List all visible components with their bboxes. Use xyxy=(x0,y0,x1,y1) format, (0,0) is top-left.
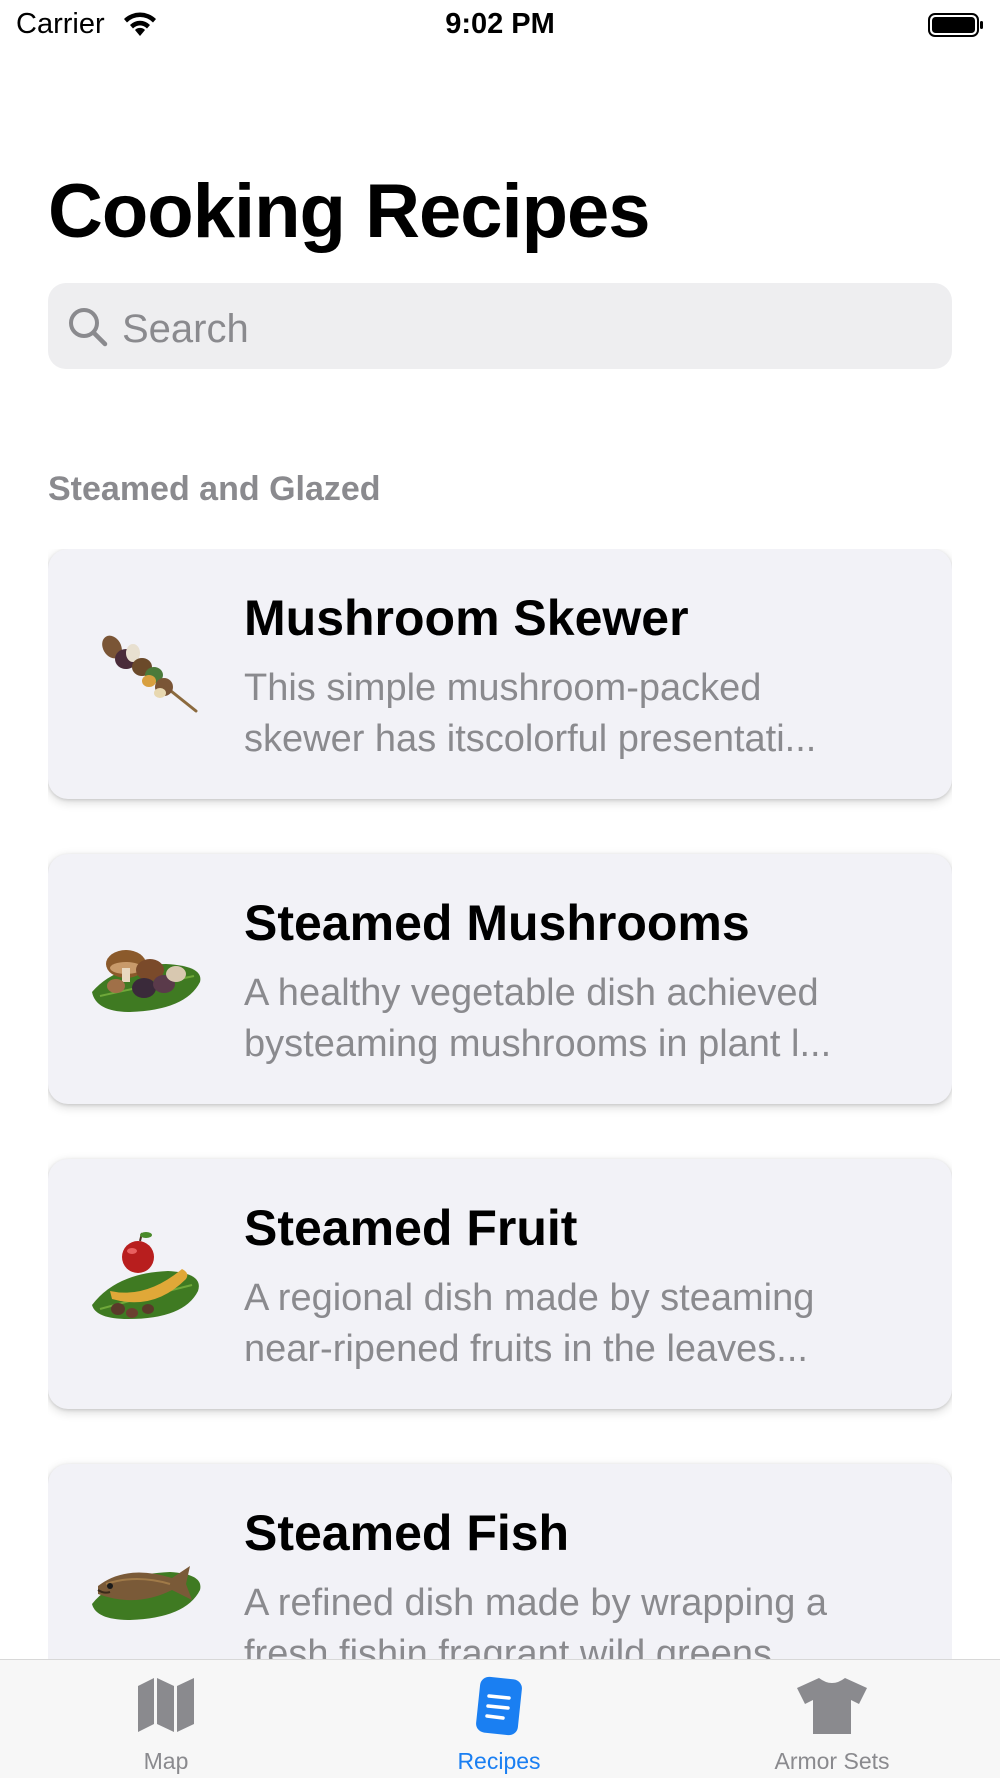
recipe-title: Steamed Fruit xyxy=(244,1200,578,1256)
recipe-description-line: A refined dish made by wrapping a xyxy=(244,1582,828,1624)
recipe-description-line: skewer has itscolorful presentati... xyxy=(244,718,817,760)
section-header: Steamed and Glazed xyxy=(48,470,381,508)
recipe-title: Steamed Mushrooms xyxy=(244,895,750,951)
tab-label: Armor Sets xyxy=(774,1748,890,1774)
status-time: 9:02 PM xyxy=(445,8,555,40)
search-field[interactable]: Search xyxy=(48,283,952,369)
battery-icon xyxy=(928,13,983,37)
tab-bar: Map Recipes Armor Sets xyxy=(0,1659,1000,1778)
recipe-card-steamed-fish[interactable]: Steamed Fish A refined dish made by wrap… xyxy=(48,1464,952,1659)
recipe-description-line: A regional dish made by steaming xyxy=(244,1277,815,1319)
steamed-mushrooms-image xyxy=(92,950,201,1012)
recipe-description-line: fresh fishin fragrant wild greens... xyxy=(244,1633,804,1659)
recipe-card-steamed-mushrooms[interactable]: Steamed Mushrooms A healthy vegetable di… xyxy=(48,854,952,1104)
tab-armor-sets[interactable]: Armor Sets xyxy=(732,1660,932,1778)
recipe-list: Mushroom Skewer This simple mushroom-pac… xyxy=(48,549,952,1659)
tab-label: Map xyxy=(143,1748,189,1774)
recipe-description-line: This simple mushroom-packed xyxy=(244,667,762,709)
recipe-card-mushroom-skewer[interactable]: Mushroom Skewer This simple mushroom-pac… xyxy=(48,549,952,799)
recipe-title: Steamed Fish xyxy=(244,1505,570,1561)
recipe-description: A healthy vegetable dish achieved bystea… xyxy=(244,968,884,1070)
recipe-description-line: near-ripened fruits in the leaves... xyxy=(244,1328,808,1370)
recipe-description-line: A healthy vegetable dish achieved xyxy=(244,972,819,1014)
recipe-description: A regional dish made by steaming near-ri… xyxy=(244,1273,884,1375)
tab-recipes[interactable]: Recipes xyxy=(399,1660,599,1778)
tab-label: Recipes xyxy=(457,1748,541,1774)
steamed-fish-image xyxy=(92,1566,201,1620)
tab-map[interactable]: Map xyxy=(66,1660,266,1778)
recipe-description: This simple mushroom-packed skewer has i… xyxy=(244,663,884,765)
recipe-title: Mushroom Skewer xyxy=(244,590,689,646)
recipe-description-line: bysteaming mushrooms in plant l... xyxy=(244,1023,832,1065)
recipes-doc-icon xyxy=(476,1676,522,1736)
mushroom-skewer-image xyxy=(102,635,198,713)
recipe-card-steamed-fruit[interactable]: Steamed Fruit A regional dish made by st… xyxy=(48,1159,952,1409)
recipe-description: A refined dish made by wrapping a fresh … xyxy=(244,1578,884,1659)
search-icon xyxy=(69,308,108,347)
search-placeholder: Search xyxy=(122,307,249,351)
steamed-fruit-image xyxy=(92,1232,199,1319)
page-title: Cooking Recipes xyxy=(48,169,651,254)
tshirt-icon xyxy=(797,1678,867,1734)
status-bar: Carrier 9:02 PM xyxy=(0,0,1000,52)
map-icon xyxy=(138,1678,194,1732)
